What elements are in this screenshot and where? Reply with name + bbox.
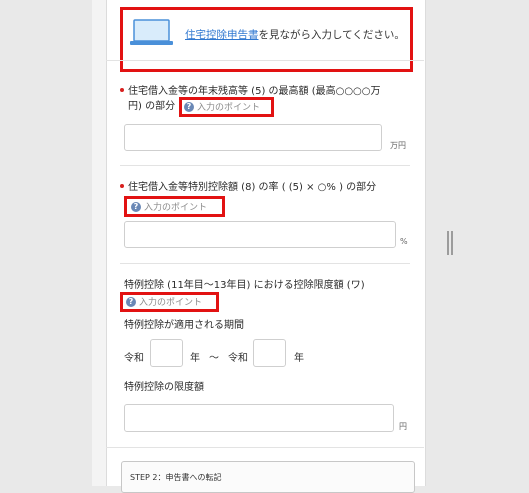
question-icon: ? [184, 101, 194, 112]
banner-link[interactable]: 住宅控除申告書 [185, 29, 259, 41]
required-marker [120, 88, 124, 92]
required-marker [120, 184, 124, 188]
year-label-start: 年 [190, 353, 200, 364]
unit-yen: 円 [399, 422, 407, 431]
input-point-link[interactable]: ? 入力のポイント [131, 200, 207, 213]
tilde-separator: ～ [209, 353, 219, 364]
question-icon: ? [126, 296, 136, 307]
divider [120, 165, 410, 166]
question-icon: ? [131, 201, 141, 212]
input-point-link[interactable]: ? 入力のポイント [184, 100, 260, 113]
divider [106, 447, 424, 448]
limit-amount-input[interactable] [124, 404, 394, 432]
left-rail [92, 0, 107, 486]
unit-percent: % [400, 237, 408, 246]
resize-handle[interactable] [447, 231, 453, 255]
start-year-input[interactable] [150, 339, 183, 367]
step2-label: STEP 2：申告書への転記 [130, 473, 222, 482]
section1-label-line2: 円) の部分 [128, 101, 176, 112]
input-point-label: 入力のポイント [139, 298, 203, 308]
era-label-start: 令和 [124, 353, 144, 364]
year-label-end: 年 [294, 353, 304, 364]
period-label: 特例控除が適用される期間 [124, 320, 244, 331]
section2-label: 住宅借入金等特別控除額 (8) の率 ( (5) × ○% ) の部分 [128, 182, 377, 193]
limit-label: 特例控除の限度額 [124, 382, 204, 393]
max-balance-input[interactable] [124, 124, 382, 151]
laptop-icon [130, 19, 173, 45]
divider [120, 263, 410, 264]
rate-input[interactable] [124, 221, 396, 248]
input-point-link[interactable]: ? 入力のポイント [126, 295, 202, 308]
end-year-input[interactable] [253, 339, 286, 367]
input-point-label: 入力のポイント [197, 103, 261, 113]
banner-text: 住宅控除申告書を見ながら入力してください。 [185, 27, 405, 42]
unit-man-yen: 万円 [390, 141, 406, 150]
banner-rest: を見ながら入力してください。 [258, 29, 405, 41]
divider [106, 60, 424, 61]
era-label-end: 令和 [228, 353, 248, 364]
input-point-label: 入力のポイント [144, 203, 208, 213]
